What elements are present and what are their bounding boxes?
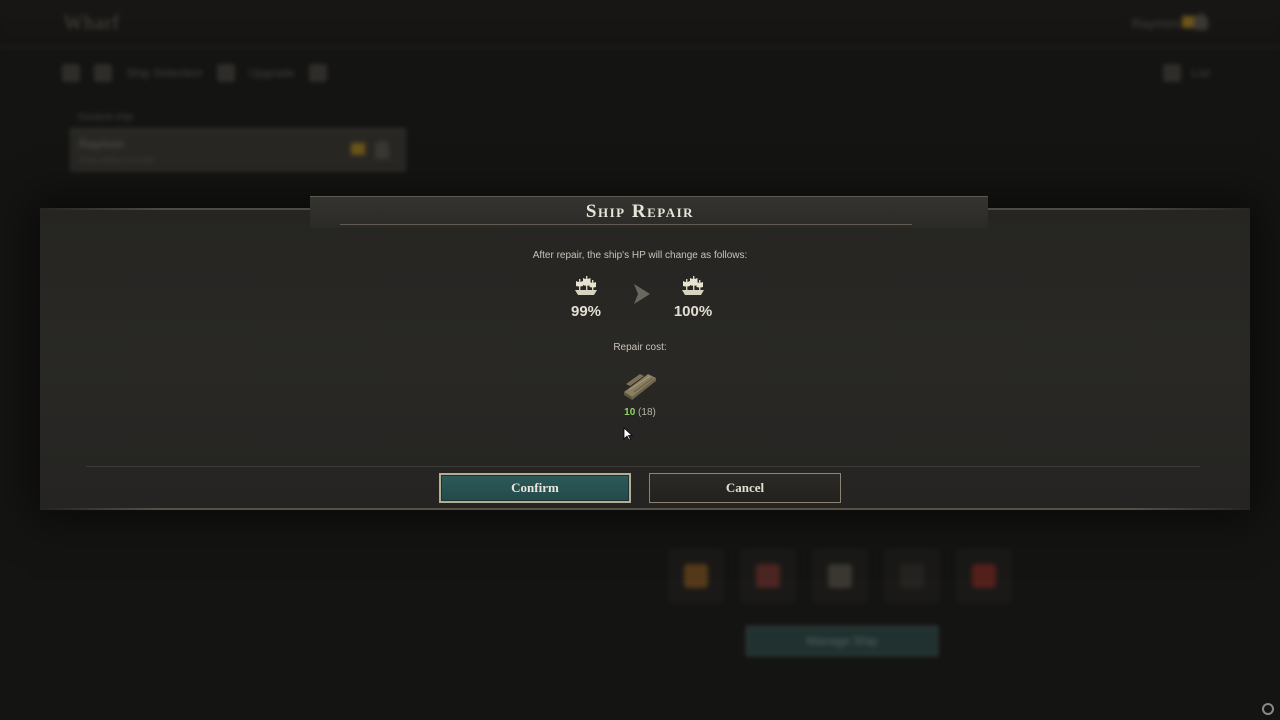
equipment-slots [668,548,1012,604]
list-icon [1163,64,1182,82]
tab-ship-selection[interactable]: Ship Selection [126,66,203,80]
slot-empty[interactable] [884,548,940,604]
repair-info-text: After repair, the ship's HP will change … [532,250,748,261]
user-icon [1194,14,1208,30]
ship-card[interactable]: Raymon Ship status normal [70,128,406,172]
cursor-icon [623,427,633,441]
hp-after-value: 100% [673,303,713,320]
cancel-button[interactable]: Cancel [649,473,841,503]
tab-upgrade[interactable]: Upgrade [249,66,295,80]
hammer-icon [216,64,235,82]
page-title: Wharf [64,12,121,34]
ship-selection-icon [94,64,112,82]
ship-card-name: Raymon [79,137,124,151]
ship-card-status: Ship status normal [79,155,154,165]
cost-total: (18) [638,407,656,418]
user-name: Raymon [1131,16,1180,31]
card-label: Docked ship [78,112,134,123]
top-bar: Wharf Raymon [0,0,1280,48]
manage-ship-button[interactable]: Manage Ship [746,626,938,656]
nav-right: List [1163,64,1210,82]
list-label[interactable]: List [1191,66,1210,80]
dialog-title: Ship Repair [585,201,695,222]
flag-icon [351,143,365,155]
hp-before: 99% [556,274,616,320]
slot-cannon[interactable] [668,548,724,604]
hp-before-value: 99% [570,303,602,320]
hp-after: 100% [663,274,723,320]
slot-flag[interactable] [956,548,1012,604]
slot-weapon[interactable] [740,548,796,604]
ship-icon [682,276,704,295]
ship-icon [575,276,597,295]
settings-icon[interactable] [308,64,327,82]
wood-plank-icon [624,374,656,400]
confirm-button[interactable]: Confirm [439,473,631,503]
repair-cost-label: Repair cost: [613,342,667,353]
record-icon [1262,703,1274,715]
cost-have: 10 [624,407,636,418]
dialog-divider [86,466,1200,467]
back-icon[interactable] [62,64,80,82]
repair-cost-values: 10 (18) [0,407,1280,418]
slot-ship[interactable] [812,548,868,604]
arrow-right-icon [634,284,650,304]
sub-nav: Ship Selection Upgrade [62,60,327,86]
user-icon [375,141,389,159]
